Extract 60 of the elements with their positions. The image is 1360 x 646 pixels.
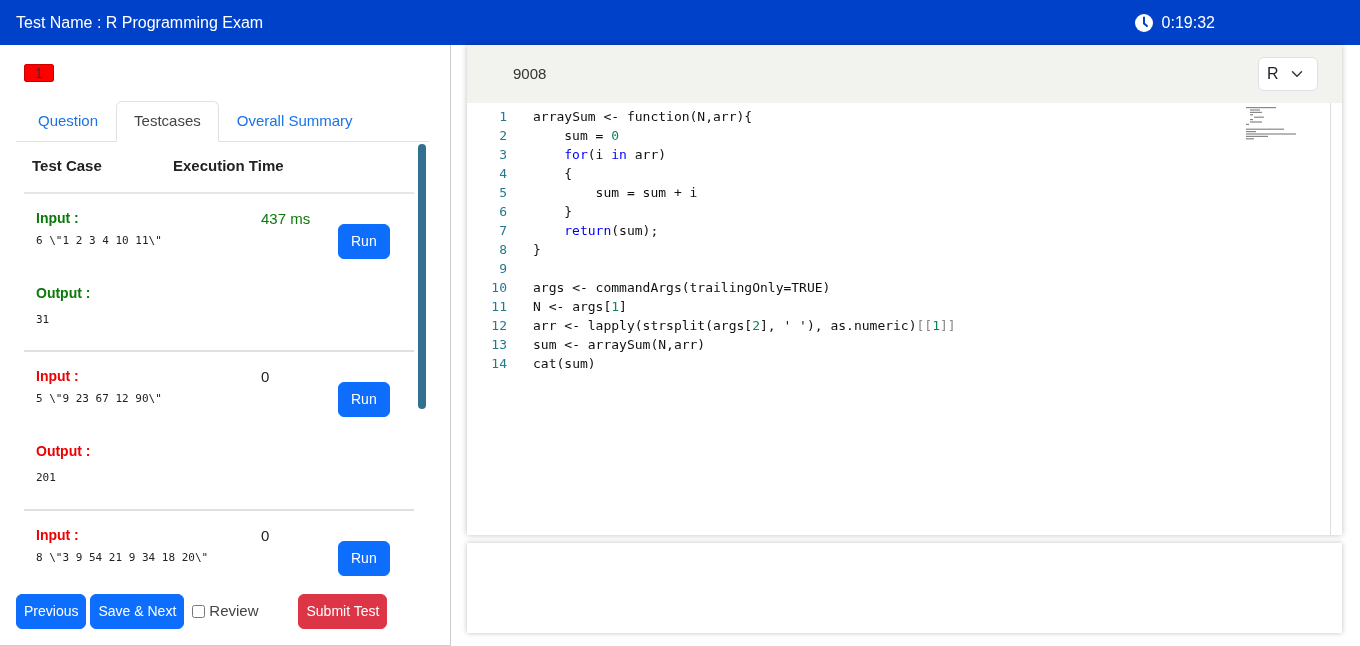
save-next-button[interactable]: Save & Next: [90, 594, 185, 629]
line-number: 6: [498, 203, 507, 221]
column-header: Test Case: [32, 156, 103, 177]
line-number: 5: [498, 184, 507, 202]
line-number: 12: [490, 317, 507, 335]
timer-text: 0:19:32: [1161, 12, 1215, 33]
editor-title: 9008: [513, 63, 547, 84]
code-line: N <- args[1]: [533, 298, 627, 316]
submit-test-button[interactable]: Submit Test: [298, 594, 388, 629]
run-button[interactable]: Run: [338, 223, 390, 259]
input-label: Input :: [36, 367, 80, 386]
line-number: 11: [490, 298, 507, 316]
input-value: 6 \"1 2 3 4 10 11\": [36, 232, 163, 249]
scrollbar-thumb[interactable]: [418, 143, 426, 409]
question-number-badge[interactable]: 1: [24, 64, 54, 82]
output-label: Output :: [36, 283, 92, 303]
language-select[interactable]: R: [1258, 57, 1318, 91]
input-label: Input :: [36, 525, 80, 545]
line-number: 3: [498, 146, 507, 164]
input-value: 8 \"3 9 54 21 9 34 18 20\": [36, 549, 210, 566]
code-line: sum <- arraySum(N,arr): [533, 336, 706, 354]
code-line: return(sum);: [564, 222, 659, 240]
code-line: sum = 0: [564, 127, 620, 145]
code-line: arraySum <- function(N,arr){: [533, 108, 753, 126]
line-number: 10: [490, 279, 507, 297]
code-line: }: [564, 203, 573, 221]
line-number: 9: [498, 260, 507, 278]
output-label: Output :: [36, 442, 92, 461]
review-checkbox[interactable]: [192, 605, 206, 618]
line-number: 7: [498, 222, 507, 240]
line-number: 8: [498, 241, 507, 259]
code-line: for(i in arr): [564, 146, 667, 164]
code-line: arr <- lapply(strsplit(args[2], ' '), as.numeric)[[1]]: [533, 317, 956, 335]
code-line: args <- commandArgs(trailingOnly=TRUE): [533, 279, 831, 297]
code-line: {: [564, 165, 573, 183]
line-number: 14: [490, 355, 507, 373]
input-label: Input :: [36, 208, 80, 228]
execution-time: 0: [261, 525, 271, 546]
line-number: 2: [498, 127, 507, 145]
line-number: 13: [490, 336, 507, 354]
code-line: }: [533, 241, 541, 259]
run-button[interactable]: Run: [338, 540, 390, 576]
tab[interactable]: Testcases: [116, 101, 219, 142]
tab[interactable]: Overall Summary: [218, 101, 371, 142]
line-number: 4: [498, 165, 507, 183]
execution-time: 0: [261, 367, 271, 387]
output-value: 31: [36, 311, 51, 328]
code-line: sum = sum + i: [595, 184, 698, 202]
clock-icon: [1133, 12, 1154, 33]
previous-button[interactable]: Previous: [16, 594, 87, 629]
review-label: Review: [209, 601, 259, 622]
line-number: 1: [498, 108, 507, 126]
exam-title: Test Name : R Programming Exam: [16, 12, 264, 33]
output-value: 201: [36, 470, 57, 486]
tab[interactable]: Question: [20, 101, 117, 142]
execution-time: 437 ms: [261, 208, 312, 229]
run-button[interactable]: Run: [338, 382, 390, 417]
code-line: cat(sum): [533, 355, 596, 373]
column-header: Execution Time: [173, 156, 284, 177]
input-value: 5 \"9 23 67 12 90\": [36, 391, 163, 407]
